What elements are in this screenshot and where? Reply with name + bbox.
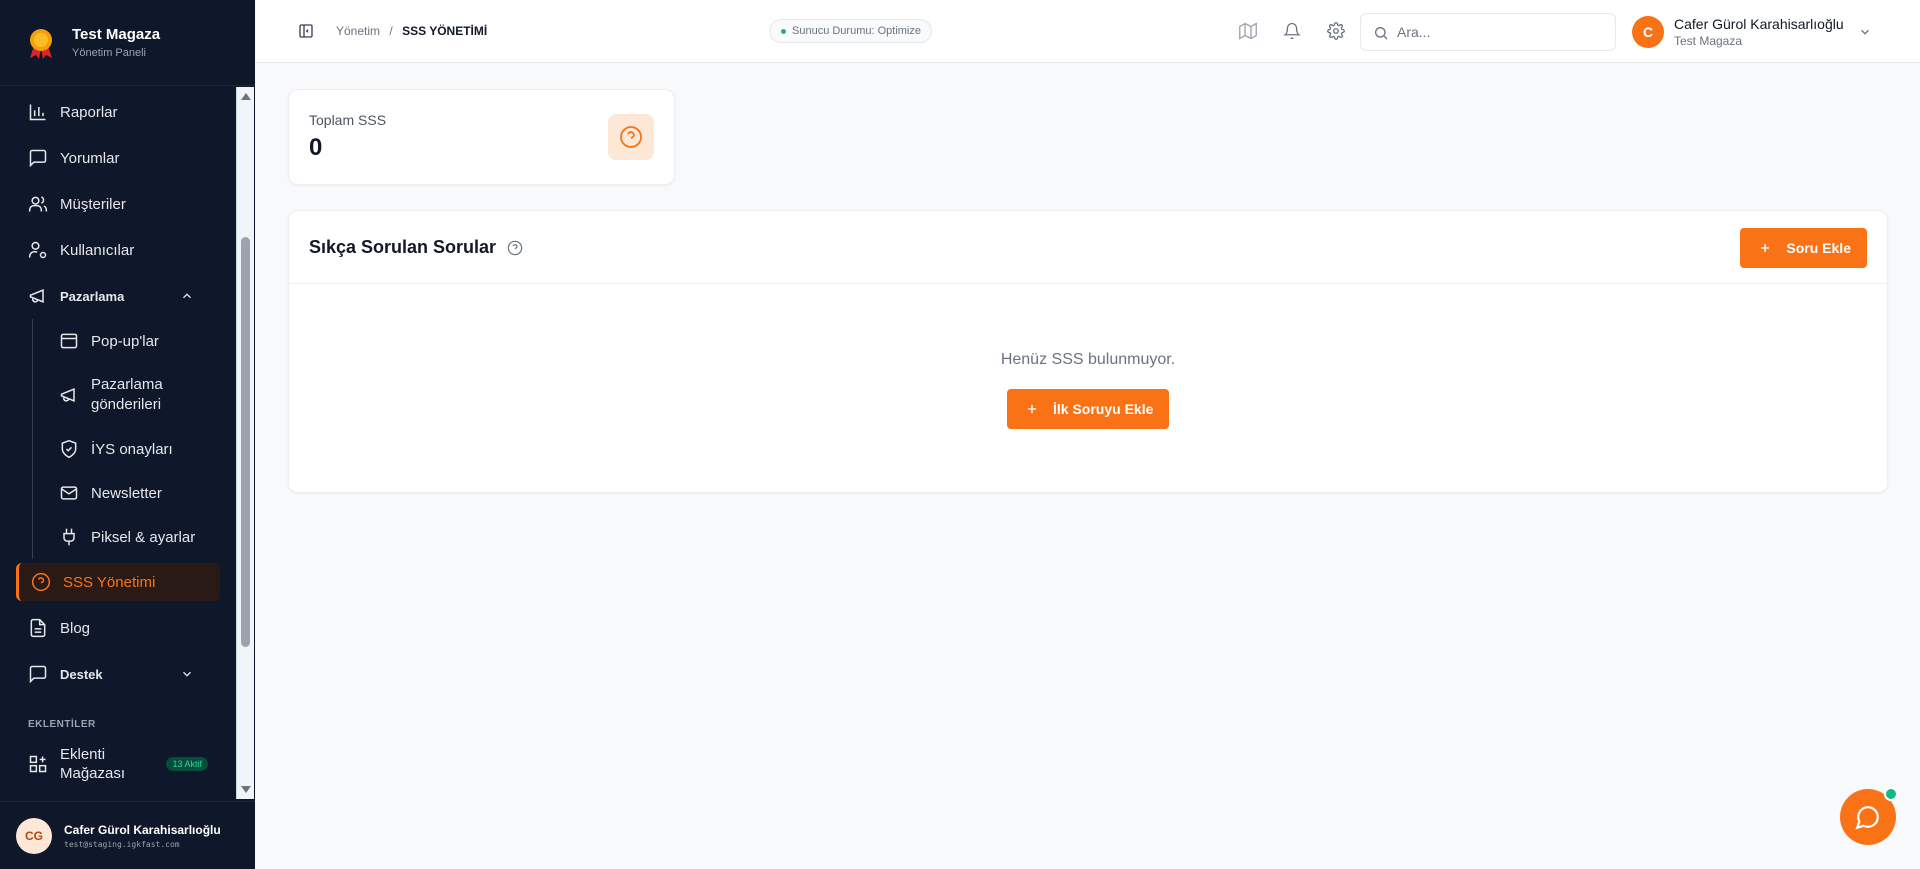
megaphone-icon — [60, 388, 75, 402]
sidebar-item-pazarlama-gonderileri[interactable]: Pazarlama gönderileri — [33, 363, 236, 427]
sidebar-item-label: Eklenti Mağazası — [60, 746, 126, 782]
active-count-badge: 13 Aktif — [166, 757, 208, 771]
sidebar-user-profile[interactable]: CG Cafer Gürol Karahisarlıoğlu test@stag… — [0, 801, 255, 869]
sidebar-nav: Raporlar Yorumlar Müşteriler Kullanıcıla… — [0, 87, 236, 799]
sidebar-item-label: Kullanıcılar — [60, 241, 135, 259]
sidebar-user-email: test@staging.igkfast.com — [64, 839, 180, 849]
empty-state-text: Henüz SSS bulunmuyor. — [1000, 351, 1176, 368]
bar-chart-icon — [29, 104, 46, 121]
add-first-question-button[interactable]: İlk Soruyu Ekle — [1007, 389, 1170, 429]
message-square-icon — [29, 665, 47, 684]
total-faq-card: Toplam SSS 0 — [288, 89, 675, 185]
faq-panel-header: Sıkça Sorulan Sorular Soru Ekle — [289, 211, 1887, 284]
brand[interactable]: Test Magaza Yönetim Paneli — [0, 0, 255, 86]
sidebar-item-musteriler[interactable]: Müşteriler — [0, 181, 236, 227]
sidebar-item-eklenti-magazasi[interactable]: Eklenti Mağazası 13 Aktif — [0, 742, 236, 786]
scroll-thumb[interactable] — [241, 237, 250, 647]
breadcrumb-current: SSS YÖNETİMİ — [402, 24, 488, 38]
stat-icon-box — [608, 114, 654, 160]
scroll-up-arrow[interactable] — [241, 93, 251, 100]
stat-label: Toplam SSS — [309, 112, 387, 128]
sidebar-item-kullanicilar[interactable]: Kullanıcılar — [0, 227, 236, 273]
sidebar-item-label: Raporlar — [60, 103, 118, 121]
sidebar-item-label: Pazarlama gönderileri — [91, 376, 163, 413]
breadcrumb-separator: / — [389, 24, 393, 38]
shield-check-icon — [61, 439, 77, 459]
sidebar-item-raporlar[interactable]: Raporlar — [0, 89, 236, 135]
top-header: Yönetim / SSS YÖNETİMİ Sunucu Durumu: Op… — [256, 0, 1920, 63]
plug-icon — [63, 528, 75, 546]
mail-icon — [60, 486, 78, 500]
user-cog-icon — [28, 241, 47, 259]
faq-panel: Sıkça Sorulan Sorular Soru Ekle Henüz SS… — [288, 210, 1888, 493]
button-label: İlk Soruyu Ekle — [1053, 401, 1154, 417]
button-label: Soru Ekle — [1786, 240, 1851, 256]
gear-icon[interactable] — [1327, 22, 1345, 40]
brand-title: Test Magaza — [72, 26, 161, 43]
plus-icon — [1027, 404, 1037, 414]
chat-button[interactable] — [1840, 787, 1898, 845]
megaphone-icon — [29, 289, 44, 303]
sidebar-scrollbar[interactable] — [236, 87, 254, 799]
sidebar-item-sss-yonetimi[interactable]: SSS Yönetimi — [16, 563, 220, 601]
help-circle-icon — [620, 126, 642, 148]
user-menu[interactable]: C Cafer Gürol Karahisarlıoğlu Test Magaz… — [1632, 14, 1872, 50]
file-text-icon — [30, 618, 46, 638]
search-input[interactable] — [1397, 22, 1597, 42]
help-circle-icon[interactable] — [507, 240, 523, 256]
avatar: C — [1632, 16, 1664, 48]
user-name: Cafer Gürol Karahisarlıoğlu — [1674, 16, 1844, 32]
user-store: Test Magaza — [1674, 34, 1743, 48]
help-circle-icon — [31, 572, 51, 592]
plus-icon — [1761, 243, 1770, 253]
search-box[interactable] — [1360, 13, 1616, 51]
panel-title: Sıkça Sorulan Sorular — [309, 237, 497, 257]
sidebar-item-piksel-ayarlar[interactable]: Piksel & ayarlar — [33, 515, 236, 559]
users-icon — [28, 196, 48, 212]
pazarlama-submenu: Pop-up'lar Pazarlama gönderileri İYS ona… — [32, 319, 236, 559]
chevron-down-icon — [1860, 29, 1869, 35]
grid-plus-icon — [29, 755, 47, 773]
map-icon[interactable] — [1239, 22, 1257, 40]
window-icon — [60, 333, 78, 349]
breadcrumb-parent[interactable]: Yönetim — [336, 24, 380, 38]
chat-bubble-icon — [1855, 806, 1879, 830]
online-indicator — [1884, 787, 1898, 801]
sidebar-item-label: Müşteriler — [60, 195, 126, 213]
chevron-down-icon — [183, 671, 191, 677]
sidebar-group-label: Destek — [60, 666, 103, 682]
sidebar-item-label: Piksel & ayarlar — [91, 528, 196, 546]
sidebar-item-label: SSS Yönetimi — [63, 573, 156, 591]
sidebar-user-name: Cafer Gürol Karahisarlıoğlu — [64, 822, 221, 837]
bell-icon[interactable] — [1283, 22, 1301, 40]
sidebar-group-label: Pazarlama — [60, 288, 125, 304]
sidebar-item-label: Newsletter — [91, 484, 162, 502]
sidebar: Test Magaza Yönetim Paneli Raporlar Yoru… — [0, 0, 255, 869]
breadcrumb: Yönetim / SSS YÖNETİMİ — [336, 24, 487, 38]
sidebar-toggle-icon[interactable] — [298, 23, 314, 39]
section-label-eklentiler: EKLENTİLER — [28, 719, 96, 730]
sidebar-item-label: Pop-up'lar — [91, 332, 159, 350]
scroll-down-arrow[interactable] — [241, 786, 251, 793]
sidebar-group-destek[interactable]: Destek — [0, 651, 236, 697]
sidebar-item-label: Yorumlar — [60, 149, 120, 167]
award-logo-icon — [30, 28, 52, 59]
sidebar-item-newsletter[interactable]: Newsletter — [33, 471, 236, 515]
brand-subtitle: Yönetim Paneli — [72, 47, 146, 59]
sidebar-item-iys-onaylari[interactable]: İYS onayları — [33, 427, 236, 471]
search-icon — [1375, 27, 1388, 40]
chevron-up-icon — [183, 293, 191, 299]
message-square-icon — [29, 149, 47, 168]
sidebar-item-label: Blog — [60, 619, 91, 637]
sidebar-item-popups[interactable]: Pop-up'lar — [33, 319, 236, 363]
sidebar-item-blog[interactable]: Blog — [0, 605, 236, 651]
avatar: CG — [16, 817, 52, 854]
add-question-button[interactable]: Soru Ekle — [1740, 228, 1867, 268]
stat-value: 0 — [309, 134, 323, 161]
server-status-badge: Sunucu Durumu: Optimize — [769, 19, 932, 43]
sidebar-item-label: İYS onayları — [91, 440, 173, 458]
sidebar-item-yorumlar[interactable]: Yorumlar — [0, 135, 236, 181]
sidebar-group-pazarlama[interactable]: Pazarlama — [0, 273, 236, 319]
